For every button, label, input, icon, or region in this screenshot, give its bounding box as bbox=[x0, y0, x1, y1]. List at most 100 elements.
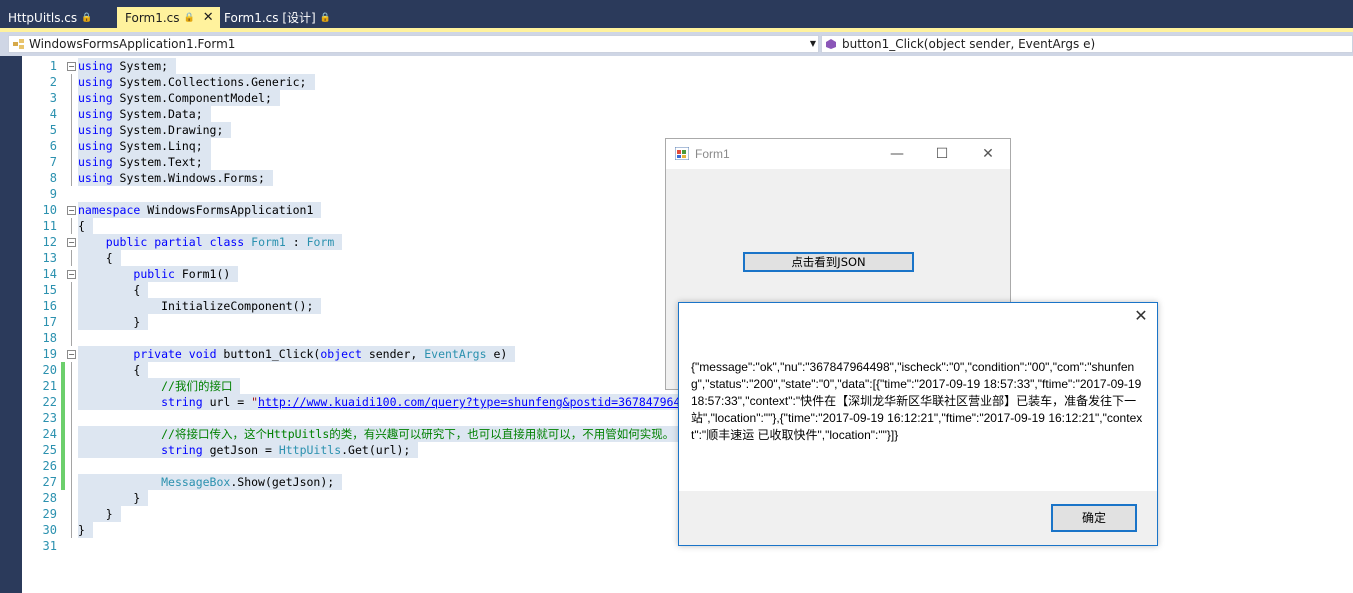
outline-guide bbox=[71, 250, 72, 266]
tab-label: Form1.cs [设计] bbox=[224, 11, 316, 25]
code-text: { bbox=[78, 282, 149, 298]
tab-form1-designer[interactable]: Form1.cs [设计] 🔒 bbox=[216, 7, 337, 28]
code-line[interactable]: 5 using System.Drawing; bbox=[22, 122, 1353, 138]
tab-httputils[interactable]: HttpUitls.cs 🔒 bbox=[0, 7, 98, 28]
code-text: using System.Text; bbox=[78, 154, 211, 170]
message-box-close-button[interactable]: ✕ bbox=[1129, 306, 1153, 326]
line-number: 25 bbox=[42, 443, 57, 457]
code-text: using System.ComponentModel; bbox=[78, 90, 280, 106]
line-number: 18 bbox=[42, 331, 57, 345]
change-marker bbox=[61, 378, 65, 394]
left-tool-strip bbox=[0, 56, 22, 593]
ok-button[interactable]: 确定 bbox=[1051, 504, 1137, 532]
code-text: public partial class Form1 : Form bbox=[78, 234, 343, 250]
line-number: 22 bbox=[42, 395, 57, 409]
change-marker bbox=[61, 458, 65, 474]
outline-guide bbox=[71, 378, 72, 394]
line-number: 15 bbox=[42, 283, 57, 297]
line-number: 9 bbox=[49, 187, 57, 201]
code-text: using System.Windows.Forms; bbox=[78, 170, 273, 186]
line-number: 17 bbox=[42, 315, 57, 329]
line-number: 27 bbox=[42, 475, 57, 489]
code-text: using System.Linq; bbox=[78, 138, 211, 154]
outline-guide bbox=[71, 122, 72, 138]
line-number: 10 bbox=[42, 203, 57, 217]
outline-guide bbox=[71, 90, 72, 106]
code-text: using System; bbox=[78, 58, 177, 74]
line-number: 30 bbox=[42, 523, 57, 537]
tab-form1-code[interactable]: Form1.cs 🔒 ✕ bbox=[117, 7, 220, 28]
outline-guide bbox=[71, 138, 72, 154]
collapse-icon[interactable]: − bbox=[67, 270, 76, 279]
change-marker bbox=[61, 394, 65, 410]
code-text: { bbox=[78, 362, 149, 378]
lock-icon: 🔒 bbox=[81, 12, 93, 23]
line-number: 29 bbox=[42, 507, 57, 521]
outline-guide bbox=[71, 490, 72, 506]
change-marker bbox=[61, 474, 65, 490]
change-marker bbox=[61, 362, 65, 378]
line-number: 31 bbox=[42, 539, 57, 553]
code-text: using System.Collections.Generic; bbox=[78, 74, 315, 90]
outline-guide bbox=[71, 522, 72, 538]
collapse-icon[interactable]: − bbox=[67, 206, 76, 215]
outline-guide bbox=[71, 474, 72, 490]
type-dropdown-value: WindowsFormsApplication1.Form1 bbox=[29, 37, 236, 51]
lock-icon: 🔒 bbox=[319, 12, 331, 23]
code-text: public Form1() bbox=[78, 266, 239, 282]
document-tab-bar: HttpUitls.cs 🔒 Form1.cs 🔒 ✕ Form1.cs [设计… bbox=[0, 0, 1353, 28]
line-number: 21 bbox=[42, 379, 57, 393]
outline-guide bbox=[71, 330, 72, 346]
line-number: 20 bbox=[42, 363, 57, 377]
member-dropdown[interactable]: button1_Click(object sender, EventArgs e… bbox=[821, 35, 1353, 53]
outline-guide bbox=[71, 154, 72, 170]
line-number: 28 bbox=[42, 491, 57, 505]
outline-guide bbox=[71, 426, 72, 442]
line-number: 26 bbox=[42, 459, 57, 473]
method-icon bbox=[826, 39, 836, 49]
code-text: private void button1_Click(object sender… bbox=[78, 346, 516, 362]
code-line[interactable]: 2 using System.Collections.Generic; bbox=[22, 74, 1353, 90]
maximize-button[interactable]: ☐ bbox=[919, 139, 965, 169]
code-text: } bbox=[78, 522, 93, 538]
line-number: 14 bbox=[42, 267, 57, 281]
message-text: {"message":"ok","nu":"367847964498","isc… bbox=[691, 360, 1143, 442]
code-text: //将接口传入，这个HttpUitls的类，有兴趣可以研究下，也可以直接用就可以… bbox=[78, 426, 683, 442]
show-json-button[interactable]: 点击看到JSON bbox=[743, 252, 914, 272]
code-text: } bbox=[78, 506, 121, 522]
line-number: 24 bbox=[42, 427, 57, 441]
line-number: 19 bbox=[42, 347, 57, 361]
line-number: 16 bbox=[42, 299, 57, 313]
close-window-button[interactable]: ✕ bbox=[965, 139, 1011, 169]
line-number: 23 bbox=[42, 411, 57, 425]
collapse-icon[interactable]: − bbox=[67, 350, 76, 359]
code-text: using System.Data; bbox=[78, 106, 211, 122]
tab-label: Form1.cs bbox=[125, 10, 180, 25]
member-dropdown-value: button1_Click(object sender, EventArgs e… bbox=[842, 37, 1096, 51]
collapse-icon[interactable]: − bbox=[67, 238, 76, 247]
class-icon bbox=[13, 39, 24, 49]
change-marker bbox=[61, 410, 65, 426]
line-number: 12 bbox=[42, 235, 57, 249]
outline-guide bbox=[71, 442, 72, 458]
code-text: string url = "http://www.kuaidi100.com/q… bbox=[78, 394, 724, 410]
form1-title-bar[interactable]: Form1 — ☐ ✕ bbox=[666, 139, 1010, 169]
code-text: } bbox=[78, 314, 149, 330]
lock-icon: 🔒 bbox=[183, 12, 195, 23]
collapse-icon[interactable]: − bbox=[67, 62, 76, 71]
code-line[interactable]: 1 − using System; bbox=[22, 58, 1353, 74]
type-dropdown[interactable]: WindowsFormsApplication1.Form1 ▼ bbox=[8, 35, 819, 53]
code-line[interactable]: 3 using System.ComponentModel; bbox=[22, 90, 1353, 106]
minimize-button[interactable]: — bbox=[874, 139, 920, 169]
code-text: //我们的接口 bbox=[78, 378, 241, 394]
dropdown-arrow-icon[interactable]: ▼ bbox=[810, 36, 816, 52]
code-text: MessageBox.Show(getJson); bbox=[78, 474, 343, 490]
outline-guide bbox=[71, 458, 72, 474]
close-tab-icon[interactable]: ✕ bbox=[203, 10, 214, 25]
code-text: { bbox=[78, 218, 93, 234]
outline-guide bbox=[71, 410, 72, 426]
outline-guide bbox=[71, 282, 72, 298]
line-number: 6 bbox=[49, 139, 57, 153]
outline-guide bbox=[71, 106, 72, 122]
code-line[interactable]: 4 using System.Data; bbox=[22, 106, 1353, 122]
